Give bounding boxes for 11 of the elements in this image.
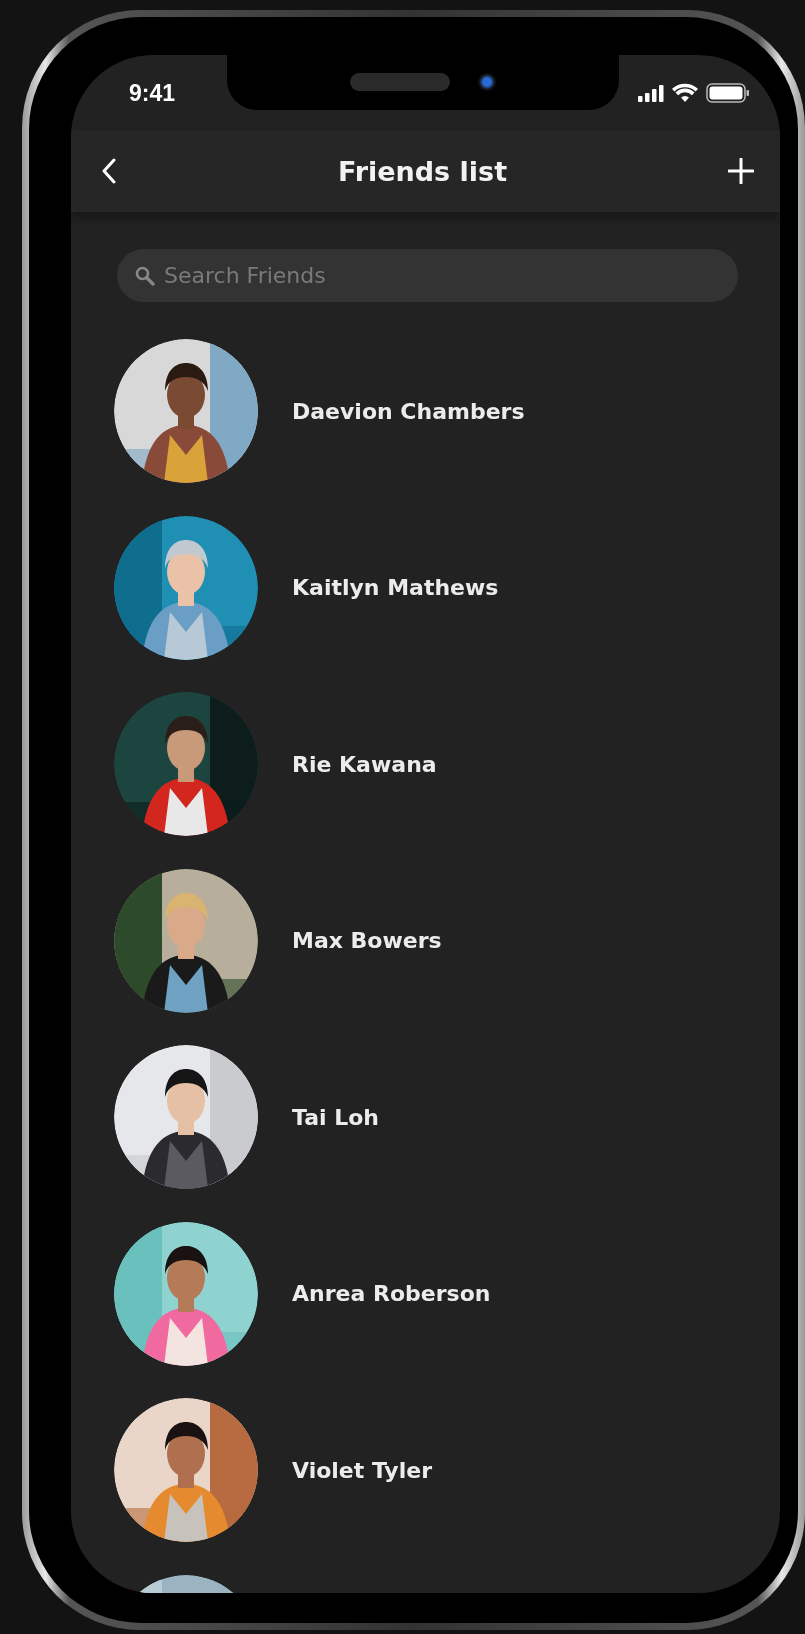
- search-input[interactable]: Search Friends: [164, 263, 720, 288]
- friend-name[interactable]: Kaitlyn Mathews: [292, 575, 499, 600]
- friend-name[interactable]: Max Bowers: [292, 928, 442, 953]
- search-field[interactable]: Search Friends: [117, 249, 738, 302]
- friend-name[interactable]: Violet Tyler: [292, 1457, 432, 1483]
- page-title: Friends list: [337, 155, 508, 187]
- friend-name[interactable]: Anrea Roberson: [292, 1281, 491, 1306]
- status-time: 9:41: [129, 80, 176, 107]
- friend-name[interactable]: Daevion Chambers: [292, 398, 525, 424]
- friend-name[interactable]: Rie Kawana: [292, 751, 437, 777]
- friend-name[interactable]: Tai Loh: [292, 1104, 379, 1130]
